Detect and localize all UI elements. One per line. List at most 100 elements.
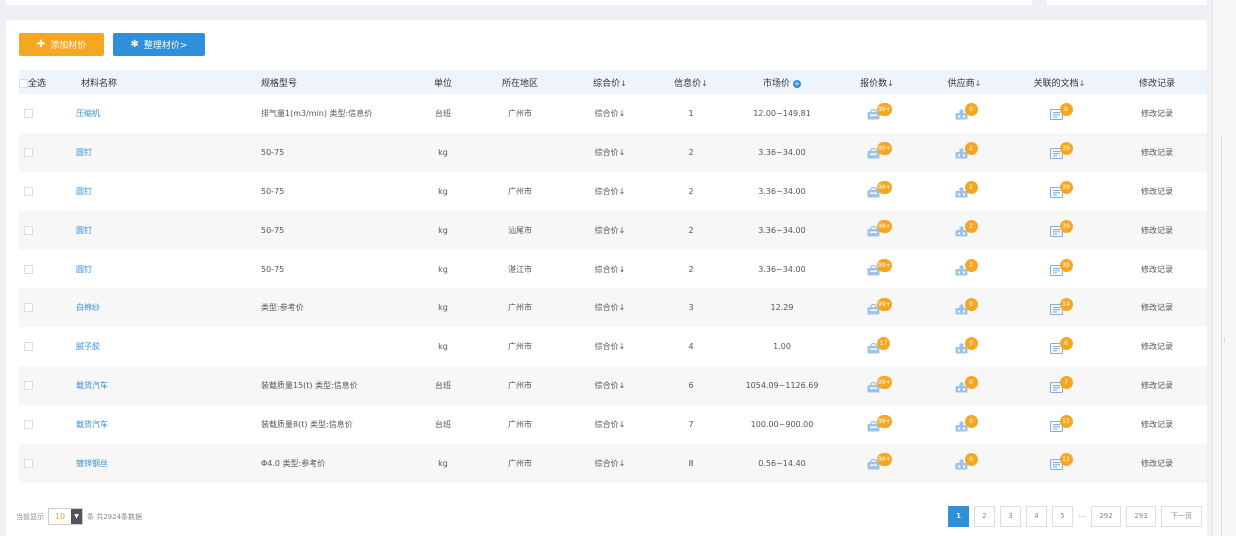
composite-price-cell[interactable]: 综合价↓ [565,94,655,133]
docs-badge-wrap[interactable]: 7 [1045,374,1075,396]
material-name-link[interactable]: 腻子胶 [76,342,100,351]
history-link[interactable]: 修改记录 [1141,303,1173,312]
history-link[interactable]: 修改记录 [1141,342,1173,351]
suppliers-badge-wrap[interactable]: 0 [950,101,980,123]
suppliers-cell[interactable]: 2 [917,211,1012,250]
select-all-header[interactable]: 全选 [19,70,71,94]
suppliers-badge-wrap[interactable]: 2 [950,218,980,240]
history-cell[interactable]: 修改记录 [1107,211,1207,250]
history-cell[interactable]: 修改记录 [1107,444,1207,483]
right-scrollbar[interactable]: ⁝ [1212,0,1236,536]
material-name-link[interactable]: 白棉纱 [76,303,100,312]
docs-cell[interactable]: 7 [1012,366,1107,405]
composite-price-cell[interactable]: 综合价↓ [565,250,655,289]
suppliers-badge-wrap[interactable]: 0 [950,451,980,473]
docs-cell[interactable]: 14 [1012,288,1107,327]
col-header-quotes[interactable]: 报价数↓ [837,70,917,94]
material-name-link[interactable]: 圆钉 [76,265,92,274]
history-link[interactable]: 修改记录 [1141,148,1173,157]
docs-badge-wrap[interactable]: 8 [1045,101,1075,123]
docs-cell[interactable]: 39 [1012,250,1107,289]
material-name-link[interactable]: 圆钉 [76,226,92,235]
next-page-button[interactable]: 下一页 [1161,506,1202,527]
history-cell[interactable]: 修改记录 [1107,405,1207,444]
docs-badge-wrap[interactable]: 14 [1045,296,1075,318]
page-button-3[interactable]: 3 [1000,506,1021,527]
composite-price-cell[interactable]: 综合价↓ [565,172,655,211]
quotes-cell[interactable]: 99+ [837,211,917,250]
quotes-badge-wrap[interactable]: 99+ [862,374,892,396]
composite-price-cell[interactable]: 综合价↓ [565,211,655,250]
quotes-badge-wrap[interactable]: 99+ [862,296,892,318]
docs-cell[interactable]: 12 [1012,405,1107,444]
col-header-composite[interactable]: 综合价↓ [565,70,655,94]
chevron-down-icon[interactable]: ▼ [71,509,82,524]
quotes-badge-wrap[interactable]: 99+ [862,179,892,201]
quotes-cell[interactable]: 17 [837,327,917,366]
docs-badge-wrap[interactable]: 6 [1045,335,1075,357]
row-checkbox[interactable] [24,420,33,430]
page-button-2[interactable]: 2 [974,506,995,527]
quotes-badge-wrap[interactable]: 99+ [862,451,892,473]
col-header-info[interactable]: 信息价↓ [655,70,727,94]
history-cell[interactable]: 修改记录 [1107,250,1207,289]
history-cell[interactable]: 修改记录 [1107,172,1207,211]
docs-cell[interactable]: 39 [1012,211,1107,250]
row-checkbox[interactable] [24,186,33,196]
suppliers-badge-wrap[interactable]: 2 [950,140,980,162]
docs-cell[interactable]: 8 [1012,94,1107,133]
quotes-badge-wrap[interactable]: 99+ [862,140,892,162]
page-button-5[interactable]: 5 [1052,506,1073,527]
history-link[interactable]: 修改记录 [1141,381,1173,390]
docs-cell[interactable]: 39 [1012,172,1107,211]
docs-cell[interactable]: 13 [1012,444,1107,483]
suppliers-cell[interactable]: 2 [917,250,1012,289]
docs-badge-wrap[interactable]: 12 [1045,413,1075,435]
suppliers-badge-wrap[interactable]: 2 [950,179,980,201]
page-button-1[interactable]: 1 [948,506,969,527]
material-name-link[interactable]: 载货汽车 [76,420,108,429]
row-checkbox[interactable] [24,458,33,468]
row-checkbox[interactable] [24,264,33,274]
suppliers-badge-wrap[interactable]: 0 [950,413,980,435]
suppliers-badge-wrap[interactable]: 0 [950,296,980,318]
history-link[interactable]: 修改记录 [1141,109,1173,118]
select-all-checkbox[interactable] [19,78,28,88]
col-header-market[interactable]: 市场价 + [727,70,837,94]
row-checkbox[interactable] [24,147,33,157]
suppliers-cell[interactable]: 0 [917,288,1012,327]
history-cell[interactable]: 修改记录 [1107,366,1207,405]
history-link[interactable]: 修改记录 [1141,459,1173,468]
suppliers-cell[interactable]: 0 [917,444,1012,483]
history-link[interactable]: 修改记录 [1141,265,1173,274]
add-price-button[interactable]: ✚ 添加材价 [19,33,104,56]
history-cell[interactable]: 修改记录 [1107,288,1207,327]
composite-price-cell[interactable]: 综合价↓ [565,327,655,366]
material-name-link[interactable]: 压缩机 [76,109,100,118]
suppliers-cell[interactable]: 0 [917,94,1012,133]
row-checkbox[interactable] [24,225,33,235]
quotes-badge-wrap[interactable]: 17 [862,335,892,357]
page-size-select[interactable]: 10 ▼ [48,508,83,525]
composite-price-cell[interactable]: 综合价↓ [565,444,655,483]
material-name-link[interactable]: 载货汽车 [76,381,108,390]
docs-cell[interactable]: 39 [1012,133,1107,172]
suppliers-cell[interactable]: 0 [917,405,1012,444]
row-checkbox[interactable] [24,303,33,313]
quotes-badge-wrap[interactable]: 99+ [862,218,892,240]
quotes-cell[interactable]: 99+ [837,133,917,172]
material-name-link[interactable]: 圆钉 [76,148,92,157]
row-checkbox[interactable] [24,108,33,118]
quotes-badge-wrap[interactable]: 99+ [862,101,892,123]
quotes-badge-wrap[interactable]: 99+ [862,413,892,435]
suppliers-cell[interactable]: 0 [917,327,1012,366]
suppliers-cell[interactable]: 0 [917,366,1012,405]
page-button-4[interactable]: 4 [1026,506,1047,527]
quotes-cell[interactable]: 99+ [837,444,917,483]
history-link[interactable]: 修改记录 [1141,420,1173,429]
quotes-cell[interactable]: 99+ [837,366,917,405]
history-link[interactable]: 修改记录 [1141,187,1173,196]
suppliers-badge-wrap[interactable]: 0 [950,374,980,396]
composite-price-cell[interactable]: 综合价↓ [565,288,655,327]
quotes-badge-wrap[interactable]: 99+ [862,257,892,279]
